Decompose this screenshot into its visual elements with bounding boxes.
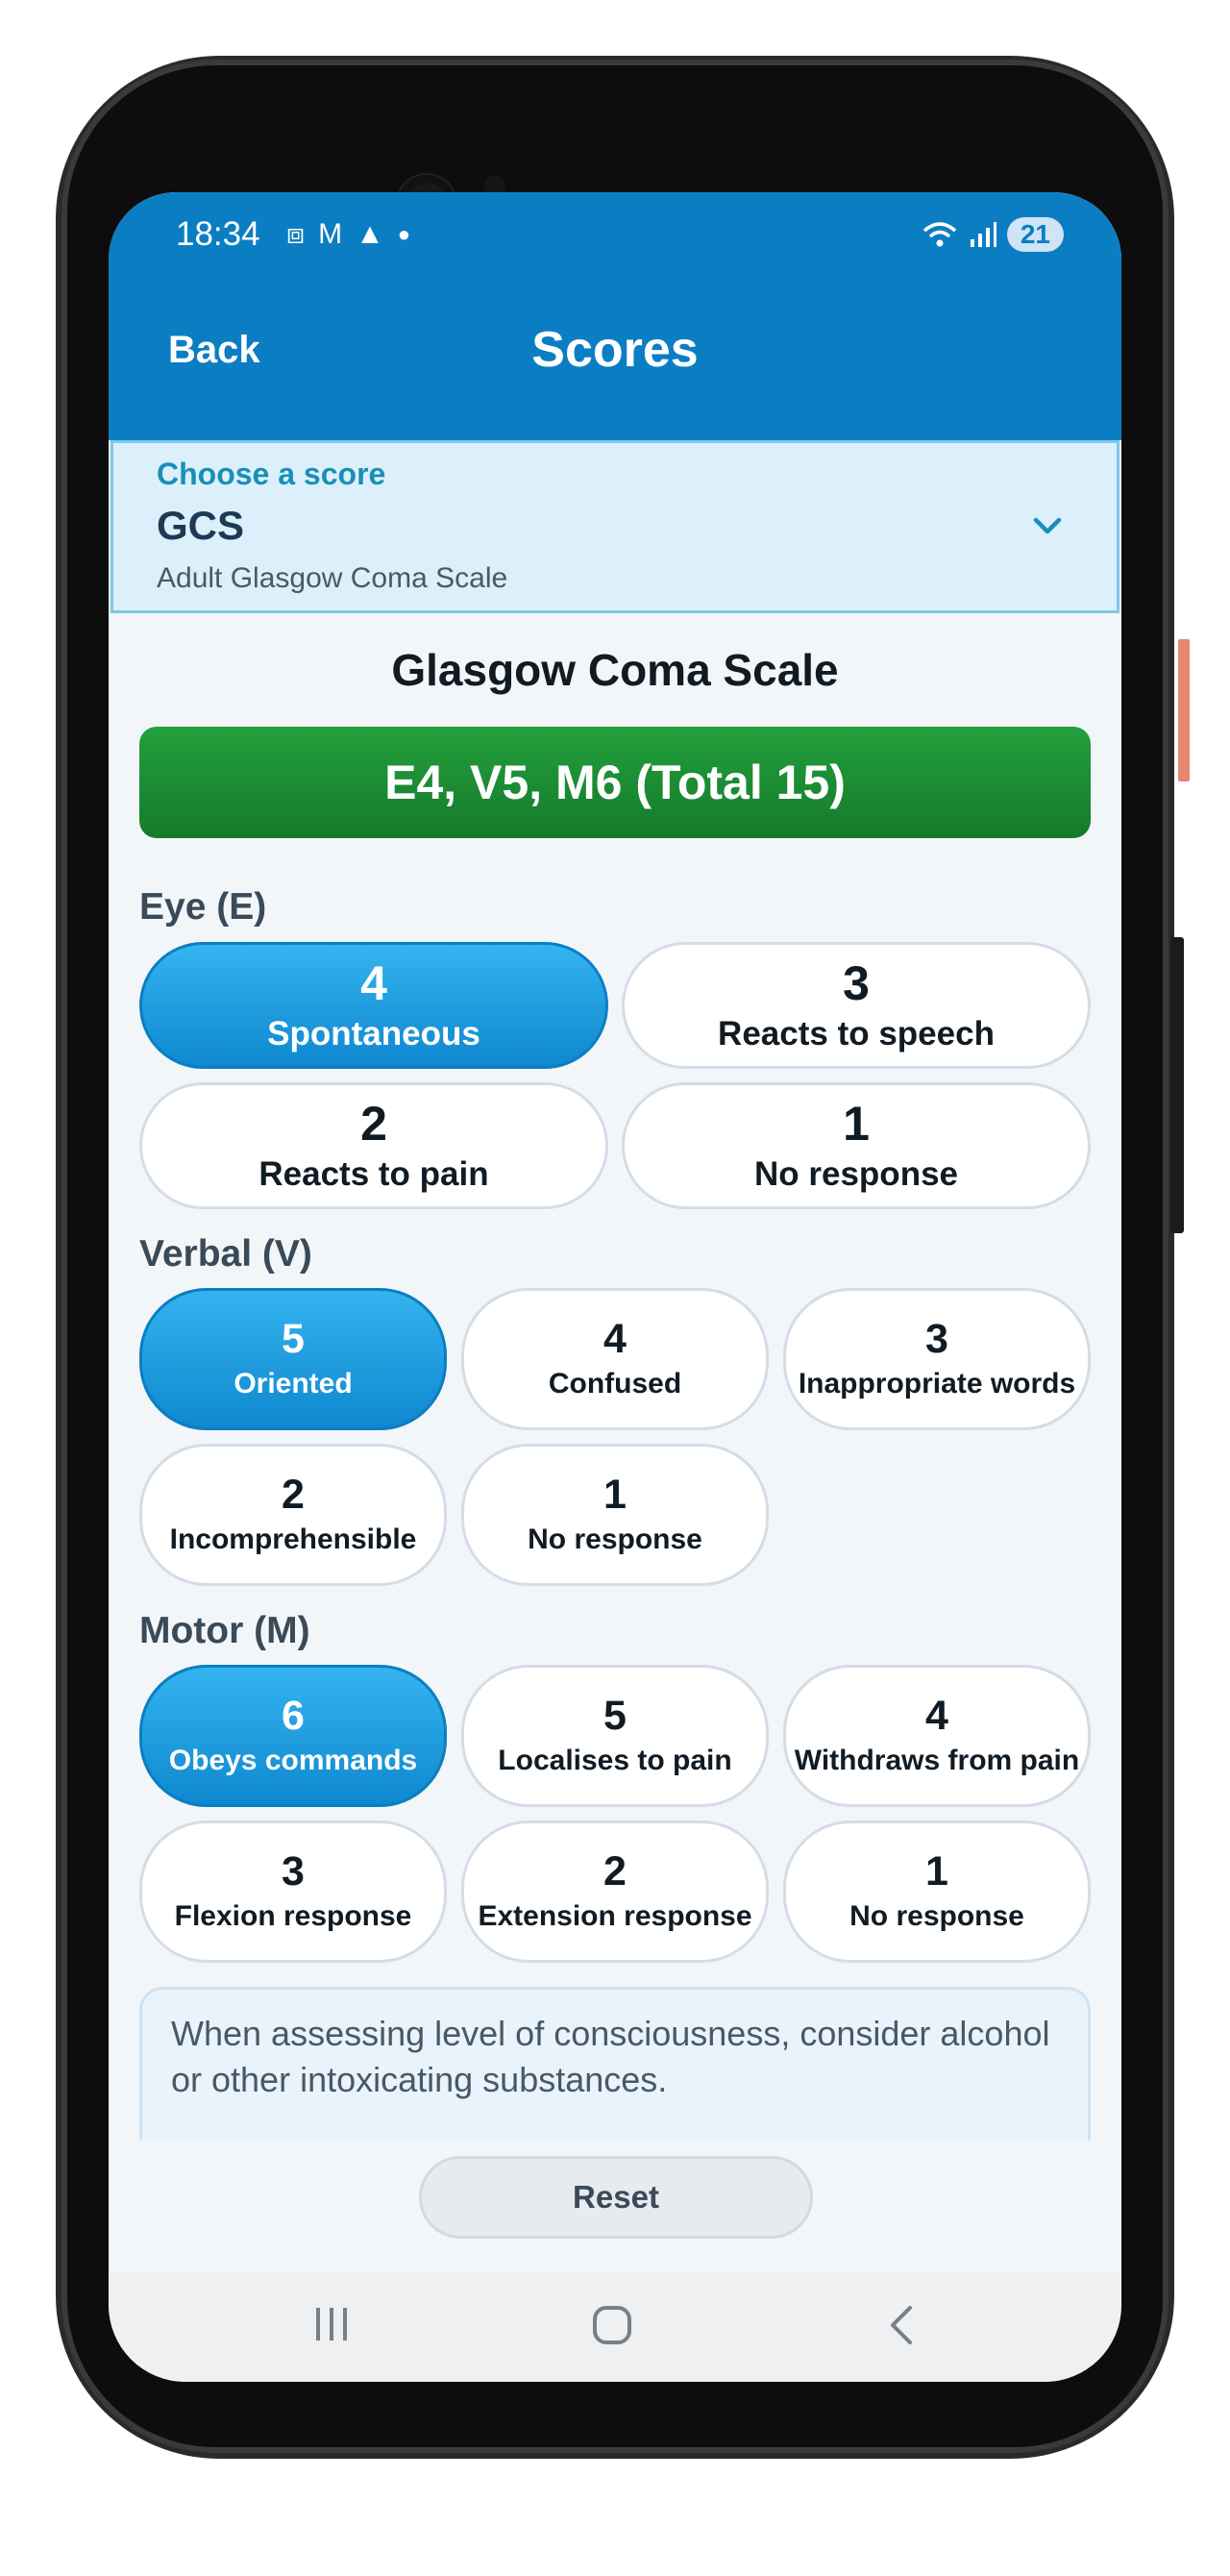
volume-button xyxy=(1170,937,1184,1233)
option-label: Spontaneous xyxy=(267,1014,480,1053)
option-score: 2 xyxy=(360,1096,387,1151)
option-label: Confused xyxy=(548,1367,682,1399)
shopping-bag-icon: ▲ xyxy=(356,218,384,250)
battery-indicator: 21 xyxy=(1006,217,1064,252)
status-time: 18:34 xyxy=(176,215,260,253)
option-label: Reacts to speech xyxy=(718,1014,995,1053)
status-notification-icons: ⧈ M ▲ ● xyxy=(286,217,410,252)
option-score: 2 xyxy=(282,1472,305,1519)
eye-option-2[interactable]: 2 Reacts to pain xyxy=(139,1082,608,1209)
score-picker-value: GCS xyxy=(157,503,245,548)
back-nav-icon[interactable] xyxy=(883,2302,918,2348)
option-label: No response xyxy=(849,1899,1024,1932)
eye-section-label: Eye (E) xyxy=(139,886,267,928)
option-label: Reacts to pain xyxy=(258,1154,489,1193)
option-score: 1 xyxy=(843,1096,870,1151)
option-score: 2 xyxy=(603,1848,627,1895)
total-score-bar: E4, V5, M6 (Total 15) xyxy=(139,727,1091,838)
option-label: Flexion response xyxy=(174,1899,412,1932)
motor-section-label: Motor (M) xyxy=(139,1610,310,1651)
option-label: Withdraws from pain xyxy=(794,1744,1080,1776)
verbal-option-4[interactable]: 4 Confused xyxy=(461,1288,769,1430)
option-label: Extension response xyxy=(478,1899,752,1932)
option-label: Obeys commands xyxy=(168,1744,418,1776)
eye-option-1[interactable]: 1 No response xyxy=(622,1082,1091,1209)
dot-icon: ● xyxy=(397,222,411,246)
screenshot-icon: ⧈ xyxy=(286,218,306,250)
verbal-option-2[interactable]: 2 Incomprehensible xyxy=(139,1444,447,1586)
motor-option-5[interactable]: 5 Localises to pain xyxy=(461,1665,769,1807)
option-label: No response xyxy=(528,1523,702,1555)
app-bar: 18:34 ⧈ M ▲ ● 21 Back Scores xyxy=(109,192,1121,440)
phone-screen: 18:34 ⧈ M ▲ ● 21 Back Scores Choose a sc xyxy=(109,192,1121,2382)
status-system-icons: 21 xyxy=(921,217,1064,252)
chevron-down-icon xyxy=(1033,517,1062,534)
option-score: 3 xyxy=(843,955,870,1010)
motor-option-3[interactable]: 3 Flexion response xyxy=(139,1821,447,1963)
scale-title: Glasgow Coma Scale xyxy=(391,645,839,695)
signal-icon xyxy=(970,222,996,247)
score-picker-description: Adult Glasgow Coma Scale xyxy=(157,562,508,594)
verbal-option-1[interactable]: 1 No response xyxy=(461,1444,769,1586)
option-score: 1 xyxy=(603,1472,627,1519)
option-score: 1 xyxy=(925,1848,948,1895)
system-navigation-bar xyxy=(109,2271,1121,2382)
option-score: 3 xyxy=(282,1848,305,1895)
page-title: Scores xyxy=(531,322,699,378)
recent-apps-icon[interactable] xyxy=(310,2304,353,2344)
option-score: 4 xyxy=(603,1316,627,1363)
option-label: Incomprehensible xyxy=(169,1523,417,1555)
score-picker-dropdown[interactable]: Choose a score GCS Adult Glasgow Coma Sc… xyxy=(111,440,1119,613)
motor-option-1[interactable]: 1 No response xyxy=(783,1821,1091,1963)
wifi-icon xyxy=(922,222,956,247)
eye-option-4[interactable]: 4 Spontaneous xyxy=(139,942,608,1069)
gmail-icon: M xyxy=(318,218,343,250)
option-score: 4 xyxy=(925,1693,948,1740)
home-icon[interactable] xyxy=(591,2304,633,2346)
motor-option-2[interactable]: 2 Extension response xyxy=(461,1821,769,1963)
eye-option-3[interactable]: 3 Reacts to speech xyxy=(622,942,1091,1069)
reset-button[interactable]: Reset xyxy=(419,2156,813,2239)
option-score: 3 xyxy=(925,1316,948,1363)
verbal-option-5[interactable]: 5 Oriented xyxy=(139,1288,447,1430)
option-score: 6 xyxy=(282,1693,305,1740)
motor-option-4[interactable]: 4 Withdraws from pain xyxy=(783,1665,1091,1807)
score-picker-label: Choose a score xyxy=(157,457,386,491)
option-label: Oriented xyxy=(234,1367,353,1399)
intoxication-note: When assessing level of consciousness, c… xyxy=(139,1987,1091,2141)
power-button xyxy=(1178,639,1190,781)
verbal-option-3[interactable]: 3 Inappropriate words xyxy=(783,1288,1091,1430)
option-score: 5 xyxy=(282,1316,305,1363)
option-label: Inappropriate words xyxy=(798,1367,1076,1399)
option-score: 5 xyxy=(603,1693,627,1740)
option-label: Localises to pain xyxy=(498,1744,732,1776)
option-score: 4 xyxy=(360,955,387,1010)
option-label: No response xyxy=(754,1154,958,1193)
verbal-section-label: Verbal (V) xyxy=(139,1233,312,1275)
motor-option-6[interactable]: 6 Obeys commands xyxy=(139,1665,447,1807)
reset-footer: Reset xyxy=(109,2141,1121,2271)
